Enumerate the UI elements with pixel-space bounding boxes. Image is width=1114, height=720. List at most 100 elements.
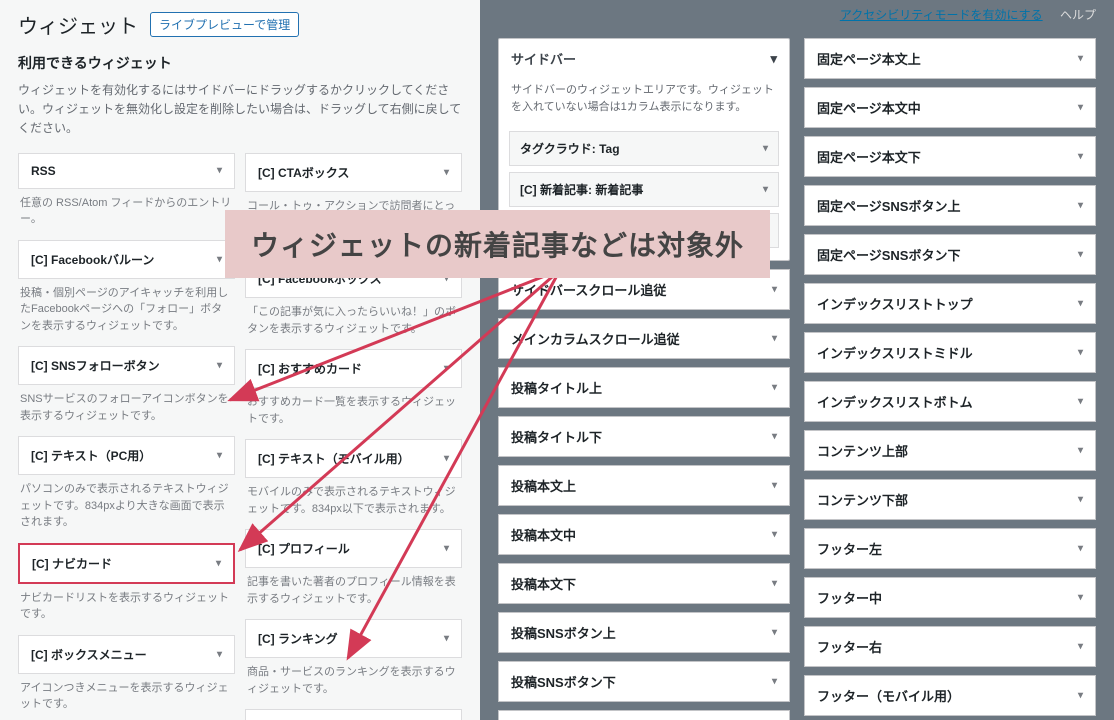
chevron-down-icon: ▾: [444, 453, 449, 464]
widget-box[interactable]: [C] テキスト（モバイル用）▾: [245, 439, 462, 478]
chevron-down-icon: ▾: [1078, 102, 1083, 113]
widget-desc: ナビカードリストを表示するウィジェットです。: [18, 590, 235, 635]
chevron-down-icon: ▾: [444, 363, 449, 374]
widget-area[interactable]: 固定ページ本文中 ▾: [804, 87, 1096, 128]
widget-area[interactable]: 固定ページSNSボタン下 ▾: [804, 234, 1096, 275]
widget-desc: パソコンのみで表示されるテキストウィジェットです。834pxより大きな画面で表示…: [18, 481, 235, 543]
widget-area-title: サイドバースクロール追従: [511, 280, 666, 299]
chevron-down-icon: ▾: [217, 165, 222, 176]
widget-box[interactable]: [C] プロフィール ▾: [245, 529, 462, 568]
chevron-down-icon: ▾: [1078, 445, 1083, 456]
sidebar-area-title: サイドバー: [511, 49, 576, 68]
sidebar-area-desc: サイドバーのウィジェットエリアです。ウィジェットを入れていない場合は1カラム表示…: [499, 78, 789, 125]
widget-area[interactable]: 固定ページSNSボタン上▾: [804, 185, 1096, 226]
widget-box[interactable]: [C] ランキング▾: [245, 619, 462, 658]
widget-box[interactable]: [C] SNSフォローボタン▾: [18, 346, 235, 385]
chevron-down-icon: ▾: [217, 649, 222, 660]
widget-title: [C] プロフィール: [258, 540, 350, 557]
widget-desc: 投稿・個別ページのアイキャッチを利用したFacebookページへの「フォロー」ボ…: [18, 285, 235, 347]
widget-area-title: インデックスリストトップ: [817, 294, 973, 313]
widget-area[interactable]: 投稿本文下▾: [498, 563, 790, 604]
widget-area-title: 固定ページSNSボタン下: [817, 245, 960, 264]
widget-area[interactable]: コンテンツ上部 ▾: [804, 430, 1096, 471]
widget-area-title: 固定ページSNSボタン上: [817, 196, 960, 215]
widget-area[interactable]: メインカラムスクロール追従 ▾: [498, 318, 790, 359]
widget-area-title: フッター中: [817, 588, 882, 607]
chevron-down-icon: ▾: [1078, 592, 1083, 603]
widget-area[interactable]: インデックスリストボトム▾: [804, 381, 1096, 422]
available-widgets-heading: 利用できるウィジェット: [18, 53, 462, 73]
widget-area-title: 固定ページ本文上: [817, 49, 921, 68]
widget-desc: SNSサービスのフォローアイコンボタンを表示するウィジェットです。: [18, 391, 235, 436]
widget-area[interactable]: インデックスリストミドル ▾: [804, 332, 1096, 373]
widget-area[interactable]: フッター中 ▾: [804, 577, 1096, 618]
widget-desc: 記事を書いた著者のプロフィール情報を表示するウィジェットです。: [245, 574, 462, 619]
chevron-down-icon: ▾: [772, 431, 777, 442]
chevron-down-icon: ▾: [444, 167, 449, 178]
widget-desc: 商品・サービスのランキングを表示するウィジェットです。: [245, 664, 462, 709]
chevron-down-icon: ▾: [1078, 347, 1083, 358]
widget-box[interactable]: [C] ナビカード▾: [18, 543, 235, 584]
widget-desc: アイコンつきメニューを表示するウィジェットです。: [18, 680, 235, 720]
help-link[interactable]: ヘルプ: [1060, 8, 1096, 22]
widget-area[interactable]: フッター左▾: [804, 528, 1096, 569]
widget-box[interactable]: [C] CTAボックス▾: [245, 153, 462, 192]
chevron-down-icon: ▾: [1078, 249, 1083, 260]
chevron-down-icon: ▾: [1078, 543, 1083, 554]
a11y-mode-link[interactable]: アクセシビリティモードを有効にする: [840, 8, 1043, 22]
widget-area[interactable]: フッター（モバイル用）▾: [804, 675, 1096, 716]
widget-desc: モバイルのみで表示されるテキストウィジェットです。834px以下で表示されます。: [245, 484, 462, 529]
widget-area[interactable]: 固定ページ本文下▾: [804, 136, 1096, 177]
widget-area-title: 固定ページ本文中: [817, 98, 921, 117]
widget-area-title: フッター右: [817, 637, 882, 656]
widget-area[interactable]: 固定ページ本文上▾: [804, 38, 1096, 79]
chevron-down-icon: ▾: [1078, 494, 1083, 505]
sidebar-inner-widget[interactable]: タグクラウド: Tag▾: [509, 131, 779, 166]
widget-box[interactable]: [C] Facebookバルーン ▾: [18, 240, 235, 279]
chevron-down-icon: ▾: [772, 382, 777, 393]
widget-area-title: コンテンツ上部: [817, 441, 908, 460]
widget-title: [C] ボックスメニュー: [31, 646, 147, 663]
widget-desc: 任意の RSS/Atom フィードからのエントリー。: [18, 195, 235, 240]
widget-area[interactable]: 投稿タイトル上▾: [498, 367, 790, 408]
widget-area[interactable]: 投稿本文上▾: [498, 465, 790, 506]
chevron-down-icon: ▾: [217, 360, 222, 371]
chevron-down-icon: ▾: [1078, 641, 1083, 652]
chevron-down-icon: ▾: [772, 627, 777, 638]
widget-area[interactable]: インデックスリストトップ▾: [804, 283, 1096, 324]
page-title: ウィジェット: [18, 10, 138, 39]
widget-area-title: 投稿SNSボタン上: [511, 623, 616, 642]
widget-area-title: コンテンツ下部: [817, 490, 908, 509]
widget-area[interactable]: 投稿本文中 ▾: [498, 514, 790, 555]
widget-area-title: 投稿本文中: [511, 525, 576, 544]
widget-area[interactable]: 投稿タイトル下▾: [498, 416, 790, 457]
chevron-down-icon: ▾: [444, 633, 449, 644]
widget-area-title: 投稿本文上: [511, 476, 576, 495]
sidebar-inner-widget[interactable]: [C] 新着記事: 新着記事 ▾: [509, 172, 779, 207]
widget-area[interactable]: 投稿SNSボタン下▾: [498, 661, 790, 702]
chevron-down-icon: ▾: [444, 543, 449, 554]
live-preview-button[interactable]: ライブプレビューで管理: [150, 12, 299, 37]
annotation-callout: ウィジェットの新着記事などは対象外: [225, 210, 770, 278]
chevron-down-icon: ▾: [1078, 690, 1083, 701]
widget-box[interactable]: [C] ボックスメニュー ▾: [18, 635, 235, 674]
chevron-down-icon: ▾: [763, 184, 768, 195]
inner-widget-label: [C] 新着記事: 新着記事: [520, 181, 643, 198]
widget-area-title: 固定ページ本文下: [817, 147, 921, 166]
chevron-down-icon: ▾: [772, 529, 777, 540]
widget-box[interactable]: RSS▾: [18, 153, 235, 189]
widget-box[interactable]: [C] 広告▾: [245, 709, 462, 720]
chevron-down-icon: ▾: [772, 333, 777, 344]
widget-area-title: メインカラムスクロール追従: [511, 329, 680, 348]
widget-area-title: インデックスリストミドル: [817, 343, 973, 362]
widget-area[interactable]: フッター右 ▾: [804, 626, 1096, 667]
widget-title: [C] Facebookバルーン: [31, 251, 154, 268]
widget-area[interactable]: 投稿SNSボタン上 ▾: [498, 612, 790, 653]
widget-box[interactable]: [C] テキスト（PC用）▾: [18, 436, 235, 475]
widget-area-title: インデックスリストボトム: [817, 392, 973, 411]
widget-area[interactable]: 投稿関連記事上▾: [498, 710, 790, 720]
widget-box[interactable]: [C] おすすめカード▾: [245, 349, 462, 388]
chevron-down-icon: ▾: [217, 254, 222, 265]
widget-area[interactable]: コンテンツ下部 ▾: [804, 479, 1096, 520]
chevron-down-icon: ▾: [772, 578, 777, 589]
